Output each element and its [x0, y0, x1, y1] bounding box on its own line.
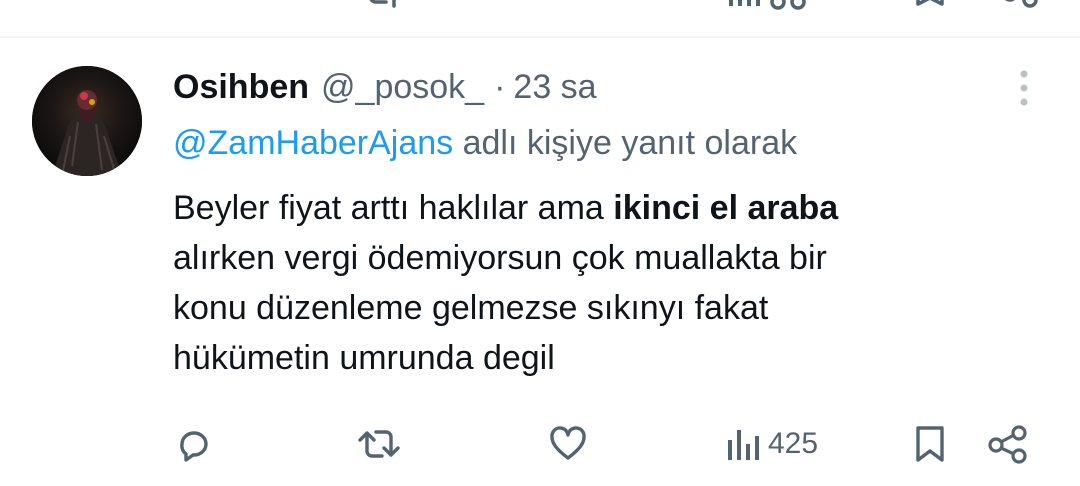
share-button[interactable]: [986, 418, 1030, 470]
retweet-icon: [358, 430, 400, 458]
user-handle[interactable]: @_posok_: [321, 64, 484, 110]
tweet-text-segment: Beyler fiyat arttı haklılar ama: [173, 189, 614, 227]
tweet-text-line: hükümetin umrunda degil: [173, 339, 555, 377]
tweet-header: Osihben @_posok_ · 23 sa: [173, 64, 597, 110]
views-chart-icon: [728, 430, 759, 460]
tweet-text-bold: ikinci el araba: [613, 189, 839, 227]
views-button[interactable]: 425: [726, 418, 818, 470]
tweet-text-line: alırken vergi ödemiyorsun çok muallakta …: [173, 239, 827, 277]
reply-suffix: adlı kişiye yanıt olarak: [453, 124, 798, 162]
avatar-image: [32, 66, 142, 176]
more-options-button[interactable]: [1008, 68, 1040, 108]
bookmark-button[interactable]: [912, 418, 948, 470]
tweet-text: Beyler fiyat arttı haklılar ama ikinci e…: [173, 183, 1033, 383]
tweet-actions: 425: [0, 418, 1080, 470]
reply-mention-link[interactable]: @ZamHaberAjans: [173, 124, 453, 162]
previous-tweet-actions: [0, 0, 1080, 10]
views-chart-icon[interactable]: [726, 0, 816, 10]
retweet-button[interactable]: [356, 418, 402, 470]
display-name[interactable]: Osihben: [173, 64, 309, 110]
replying-to: @ZamHaberAjans adlı kişiye yanıt olarak: [173, 120, 797, 166]
heart-icon: [550, 426, 586, 460]
reply-icon: [180, 431, 208, 462]
tweet-text-line: Beyler fiyat arttı haklılar ama ikinci e…: [173, 183, 1033, 233]
tweet-text-line: konu düzenleme gelmezse sıkınyı fakat: [173, 289, 769, 327]
tweet-page: Osihben @_posok_ · 23 sa @ZamHaberAjans …: [0, 0, 1080, 486]
separator-dot: ·: [494, 68, 506, 106]
avatar[interactable]: [32, 66, 142, 176]
share-icon[interactable]: [1000, 0, 1040, 10]
tweet-divider: [0, 36, 1080, 38]
tweet-timestamp[interactable]: 23 sa: [513, 64, 596, 110]
retweet-icon[interactable]: [360, 0, 404, 10]
more-vertical-icon: [1020, 70, 1028, 106]
bookmark-icon: [916, 426, 944, 462]
share-icon: [988, 425, 1027, 464]
views-count: 425: [768, 427, 819, 460]
reply-button[interactable]: [174, 418, 214, 470]
like-button[interactable]: [548, 418, 588, 470]
bookmark-icon[interactable]: [912, 0, 948, 10]
